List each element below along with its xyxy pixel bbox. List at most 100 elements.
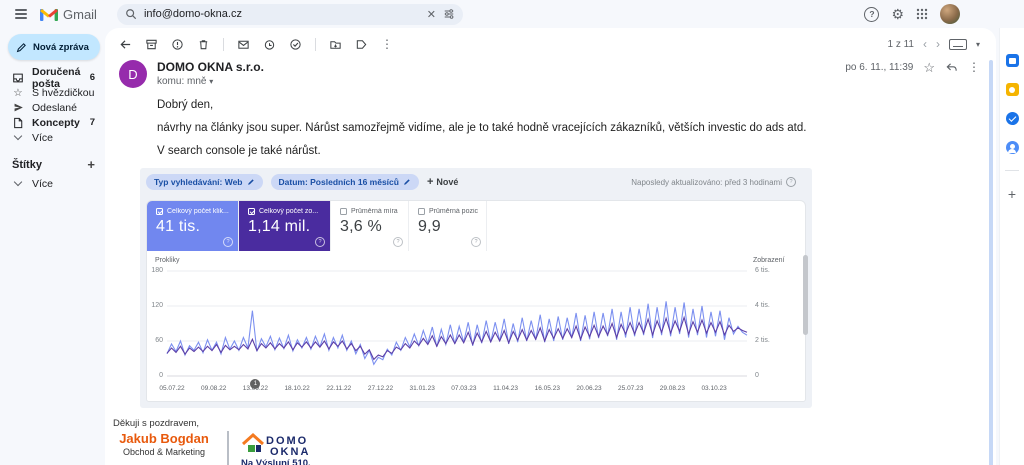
labels-title: Štítky bbox=[12, 158, 42, 171]
checkbox-unchecked-icon[interactable] bbox=[418, 208, 425, 215]
metric-value: 3,6 % bbox=[340, 218, 382, 235]
email-more-icon[interactable]: ⋮ bbox=[968, 60, 980, 74]
labels-icon[interactable] bbox=[355, 38, 368, 51]
checkbox-unchecked-icon[interactable] bbox=[340, 208, 347, 215]
search-input[interactable]: info@domo-okna.cz bbox=[144, 8, 420, 20]
search-options-icon[interactable] bbox=[443, 8, 455, 20]
sidebar-item-starred[interactable]: ☆ S hvězdičkou bbox=[0, 85, 105, 100]
contacts-icon[interactable] bbox=[1005, 141, 1019, 154]
hamburger-menu-icon[interactable] bbox=[8, 1, 34, 27]
star-email-icon[interactable]: ☆ bbox=[923, 61, 935, 74]
x-axis-label: 16.05.23 bbox=[534, 385, 560, 392]
sender-avatar[interactable]: D bbox=[119, 60, 147, 88]
input-mode-caret-icon[interactable]: ▾ bbox=[976, 40, 980, 49]
sidebar-item-more[interactable]: Více bbox=[0, 130, 105, 145]
search-type-chip[interactable]: Typ vyhledávání: Web bbox=[146, 174, 263, 190]
last-updated: Naposledy aktualizováno: před 3 hodinami… bbox=[631, 177, 796, 187]
info-icon[interactable]: ? bbox=[471, 237, 481, 247]
recipient-caret-icon[interactable]: ▾ bbox=[209, 77, 213, 86]
mark-unread-icon[interactable] bbox=[237, 38, 250, 51]
edit-pencil-icon bbox=[404, 179, 410, 185]
calendar-icon[interactable] bbox=[1005, 54, 1019, 67]
new-filter-label: Nové bbox=[436, 177, 459, 187]
toolbar-divider bbox=[315, 37, 316, 51]
newer-email-icon[interactable]: ‹ bbox=[923, 37, 927, 51]
metric-tiles: Celkový počet klik... 41 tis. ? Celkový … bbox=[147, 201, 805, 251]
compose-button[interactable]: Nová zpráva bbox=[8, 34, 100, 60]
x-axis-label: 31.01.23 bbox=[409, 385, 435, 392]
info-icon[interactable]: ? bbox=[786, 177, 796, 187]
metric-tile-clicks[interactable]: Celkový počet klik... 41 tis. ? bbox=[147, 201, 239, 251]
drafts-count: 7 bbox=[89, 117, 95, 128]
email-date: po 6. 11., 11:39 bbox=[845, 61, 914, 73]
right-axis-tick: 2 tis. bbox=[755, 337, 770, 344]
sidebar-item-sent[interactable]: Odeslané bbox=[0, 100, 105, 115]
search-icon[interactable] bbox=[125, 8, 137, 20]
gmail-logo: Gmail bbox=[40, 7, 97, 22]
right-axis-tick: 6 tis. bbox=[755, 267, 770, 274]
tasks-icon[interactable] bbox=[1005, 112, 1019, 125]
metric-label: Průměrná míra pr... bbox=[351, 208, 400, 215]
metric-value: 41 tis. bbox=[156, 218, 201, 235]
checkbox-checked-icon[interactable] bbox=[156, 208, 163, 215]
new-filter-button[interactable]: + Nové bbox=[427, 176, 458, 188]
delete-icon[interactable] bbox=[197, 38, 210, 51]
profile-avatar[interactable] bbox=[940, 4, 960, 24]
apps-grid-icon[interactable] bbox=[916, 8, 928, 20]
settings-gear-icon[interactable]: ⚙ bbox=[891, 7, 904, 21]
embedded-scrollbar[interactable] bbox=[803, 255, 808, 335]
add-label-icon[interactable]: + bbox=[87, 157, 95, 172]
metric-tile-impressions[interactable]: Celkový počet zo... 1,14 mil. ? bbox=[239, 201, 331, 251]
get-addons-icon[interactable]: + bbox=[1008, 187, 1016, 201]
star-icon: ☆ bbox=[13, 86, 23, 99]
info-icon[interactable]: ? bbox=[223, 237, 233, 247]
header-actions: ? ⚙ bbox=[864, 0, 960, 28]
move-to-icon[interactable] bbox=[329, 38, 342, 51]
add-to-tasks-icon[interactable] bbox=[289, 38, 302, 51]
reading-pane-scrollbar[interactable] bbox=[989, 60, 993, 465]
checkbox-checked-icon[interactable] bbox=[248, 208, 255, 215]
toolbar-more-icon[interactable]: ⋮ bbox=[381, 37, 393, 51]
date-range-chip[interactable]: Datum: Posledních 16 měsíců bbox=[270, 174, 419, 190]
sidebar-item-drafts[interactable]: Koncepty 7 bbox=[0, 115, 105, 130]
metric-value: 1,14 mil. bbox=[248, 218, 311, 235]
archive-icon[interactable] bbox=[145, 38, 158, 51]
reply-icon[interactable] bbox=[945, 61, 958, 74]
report-spam-icon[interactable] bbox=[171, 38, 184, 51]
info-icon[interactable]: ? bbox=[315, 237, 325, 247]
input-mode-icon[interactable] bbox=[948, 38, 967, 50]
keep-icon[interactable] bbox=[1005, 83, 1019, 96]
chip-label: Typ vyhledávání: Web bbox=[154, 177, 243, 187]
x-axis-label: 20.06.23 bbox=[576, 385, 602, 392]
metric-tile-position[interactable]: Průměrná pozice 9,9 ? bbox=[409, 201, 487, 251]
right-axis-tick: 0 bbox=[755, 372, 759, 379]
metric-label: Celkový počet zo... bbox=[259, 208, 319, 215]
search-bar[interactable]: info@domo-okna.cz ✕ bbox=[116, 3, 463, 25]
compose-label: Nová zpráva bbox=[33, 41, 89, 53]
sidebar-item-inbox[interactable]: Doručená pošta 6 bbox=[0, 66, 105, 90]
signature-divider bbox=[227, 431, 229, 465]
toolbar-right: 1 z 11 ‹ › ▾ bbox=[887, 37, 980, 51]
series-Prokliky bbox=[166, 301, 748, 366]
recipient-row[interactable]: komu: mně ▾ bbox=[157, 76, 264, 87]
edit-pencil-icon bbox=[247, 179, 254, 185]
gmail-app: Gmail info@domo-okna.cz ✕ ? ⚙ Nová zpráv… bbox=[0, 0, 1024, 465]
metric-value: 9,9 bbox=[418, 218, 441, 235]
labels-more[interactable]: Více bbox=[0, 176, 105, 191]
x-axis-label: 03.10.23 bbox=[701, 385, 727, 392]
clear-search-icon[interactable]: ✕ bbox=[427, 8, 436, 21]
email-header-actions: po 6. 11., 11:39 ☆ ⋮ bbox=[845, 60, 980, 74]
older-email-icon[interactable]: › bbox=[936, 37, 940, 51]
draft-icon bbox=[12, 117, 24, 129]
panel-divider bbox=[1005, 170, 1019, 171]
help-icon[interactable]: ? bbox=[864, 6, 880, 22]
sidebar-item-label: Koncepty bbox=[32, 116, 80, 129]
metric-tile-ctr[interactable]: Průměrná míra pr... 3,6 % ? bbox=[331, 201, 409, 251]
snooze-icon[interactable] bbox=[263, 38, 276, 51]
right-axis-title: Zobrazení bbox=[753, 257, 785, 264]
back-icon[interactable] bbox=[119, 38, 132, 51]
search-console-embed: Typ vyhledávání: Web Datum: Posledních 1… bbox=[140, 168, 812, 408]
last-updated-text: Naposledy aktualizováno: před 3 hodinami bbox=[631, 177, 782, 187]
gsc-line-chart bbox=[166, 270, 748, 377]
info-icon[interactable]: ? bbox=[393, 237, 403, 247]
